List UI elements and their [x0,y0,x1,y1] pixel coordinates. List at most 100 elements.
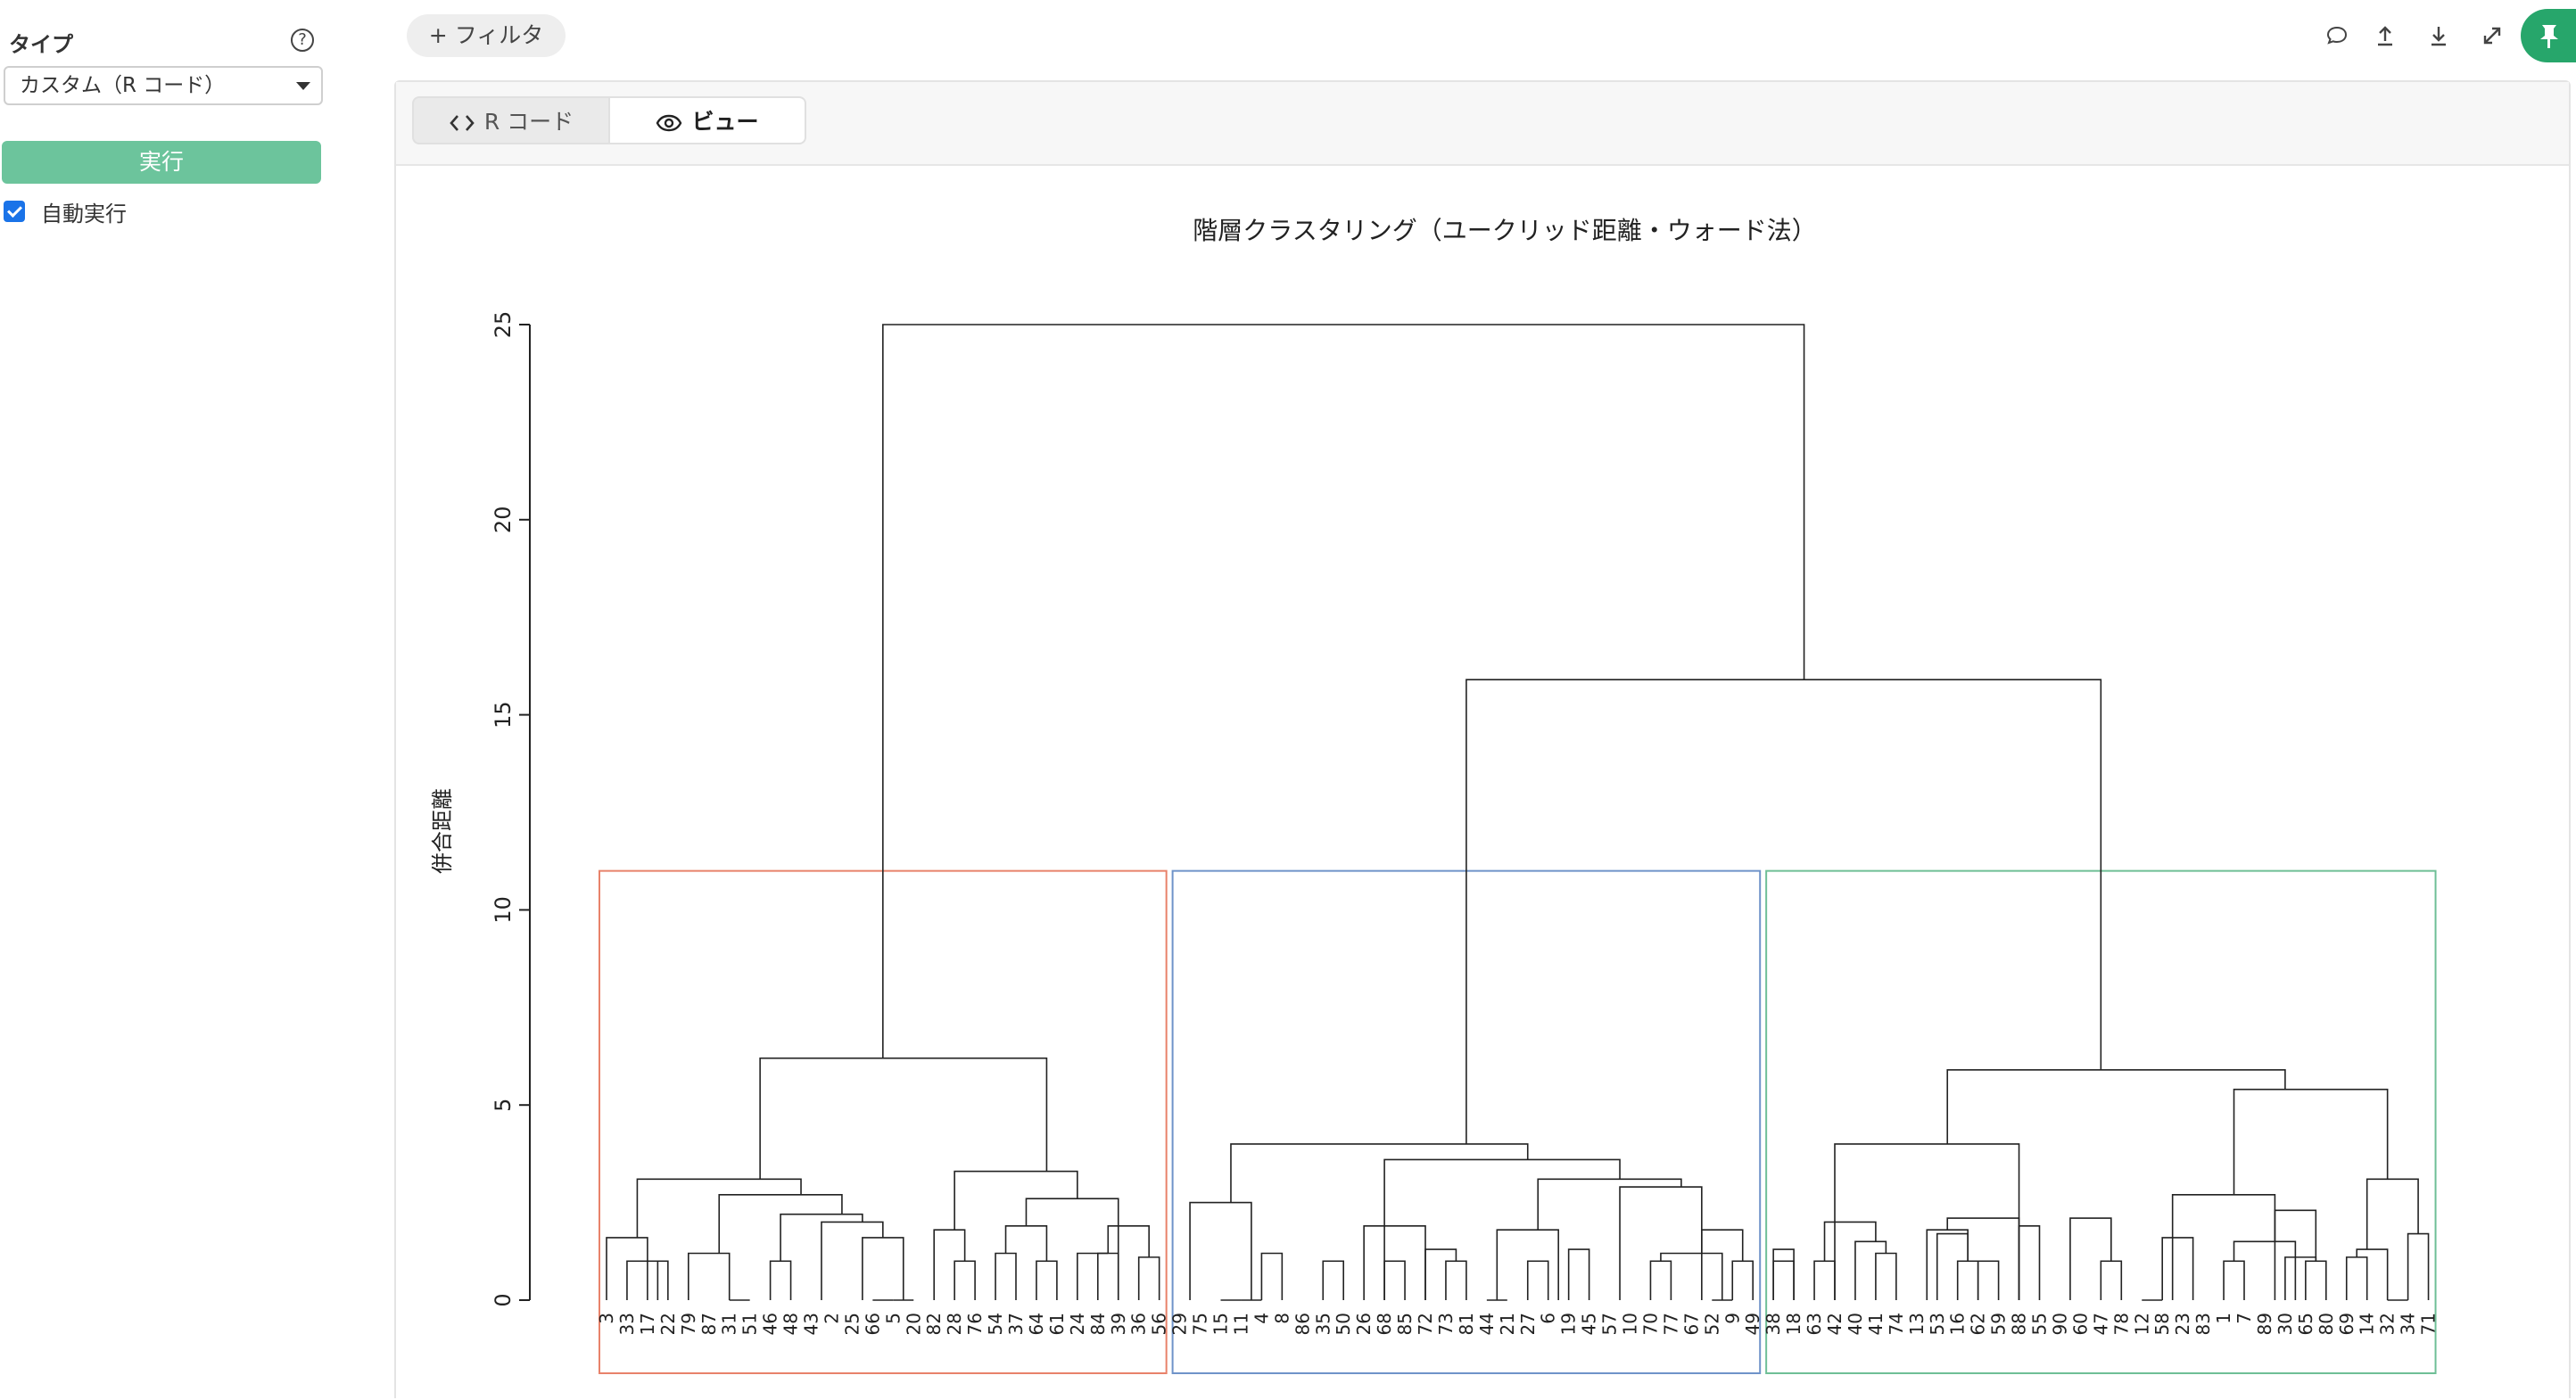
pin-icon [2540,25,2558,48]
leaf-label: 3 [596,1313,617,1324]
dendrogram-branch [1977,1260,2000,1300]
dendrogram-branch [954,1260,976,1300]
leaf-label: 74 [1886,1313,1907,1335]
leaf-label: 53 [1927,1313,1948,1335]
leaf-label: 76 [964,1313,986,1335]
dendrogram-branch [1956,1260,1979,1300]
leaf-label: 14 [2357,1313,2378,1335]
y-tick-label: 15 [491,701,516,729]
dendrogram-branch [1731,1260,1754,1300]
dendrogram-branch [1322,1260,1344,1300]
leaf-label: 62 [1968,1313,1989,1335]
dendrogram-branch [1660,1252,1723,1300]
leaf-label: 89 [2254,1313,2275,1335]
leaf-label: 11 [1230,1313,1251,1335]
chevron-down-icon [296,82,310,90]
dendrogram-branch [1936,1232,1969,1300]
dendrogram-branch [2018,1225,2041,1300]
dendrogram-branch [1445,1260,1467,1300]
leaf-label: 20 [903,1313,924,1335]
dendrogram-branch [821,1221,884,1300]
leaf-label: 68 [1374,1313,1395,1335]
leaf-label: 57 [1599,1313,1621,1335]
dendrogram-branch [954,1170,1078,1231]
pin-button[interactable] [2521,9,2576,62]
dendrogram-branch [1189,1201,1252,1300]
leaf-label: 78 [2110,1313,2132,1335]
leaf-label: 52 [1701,1313,1722,1335]
leaf-label: 75 [1190,1313,1211,1335]
expand-icon[interactable] [2476,18,2508,54]
leaf-label: 36 [1128,1313,1150,1335]
dendrogram-branch [1424,1248,1457,1300]
leaf-label: 82 [923,1313,945,1335]
leaf-label: 79 [678,1313,699,1335]
leaf-label: 60 [2069,1313,2091,1335]
leaf-label: 44 [1476,1313,1498,1335]
dendrogram-branch [1772,1260,1795,1300]
dendrogram-branch [759,1057,1048,1180]
dendrogram-branch [1567,1248,1590,1300]
leaf-label: 66 [862,1313,883,1335]
dendrogram-branch [1107,1225,1150,1257]
leaf-label: 47 [2090,1313,2111,1335]
dendrogram-branch [2069,1217,2112,1300]
y-tick-label: 20 [491,506,516,534]
leaf-label: 28 [944,1313,965,1335]
dendrogram-branch [1036,1260,1058,1300]
leaf-label: 85 [1394,1313,1416,1335]
settings-sidebar: タイプ ? カスタム（R コード） 実行 自動実行 [0,0,339,1398]
leaf-label: 56 [1149,1313,1170,1335]
dendrogram-branch [2365,1178,2419,1250]
dendrogram-branch [1004,1225,1048,1262]
leaf-label: 70 [1639,1313,1661,1335]
type-select-value: カスタム（R コード） [20,74,226,97]
upload-icon[interactable] [2369,18,2401,54]
auto-run-row[interactable]: 自動実行 [4,198,127,226]
dendrogram-branch [1260,1252,1284,1300]
leaf-label: 50 [1333,1313,1354,1335]
y-axis-label: 併合距離 [430,788,455,874]
auto-run-checkbox[interactable] [4,201,25,222]
leaf-label: 55 [2029,1313,2051,1335]
dendrogram-branch [1854,1240,1887,1300]
leaf-label: 7 [2233,1313,2255,1324]
leaf-label: 84 [1087,1313,1109,1335]
leaf-label: 27 [1517,1313,1539,1335]
dendrogram-branch [2284,1256,2317,1300]
dendrogram-branch [1097,1252,1119,1300]
leaf-label: 81 [1456,1313,1477,1335]
add-filter-button[interactable]: + フィルタ [407,14,566,57]
leaf-label: 49 [1742,1313,1763,1335]
leaf-label: 45 [1579,1313,1600,1335]
leaf-label: 73 [1435,1313,1457,1335]
dendrogram-branch [2223,1260,2245,1300]
dendrogram-branch [769,1260,792,1300]
dendrogram-branch [1077,1252,1109,1300]
leaf-label: 72 [1415,1313,1436,1335]
leaf-label: 25 [841,1313,863,1335]
leaf-label: 16 [1947,1313,1969,1335]
dendrogram-branch [2233,1240,2297,1300]
dendrogram-branch [882,324,1805,1058]
comment-icon[interactable] [2321,18,2353,54]
leaf-label: 1 [2213,1313,2234,1324]
leaf-label: 18 [1783,1313,1804,1335]
leaf-label: 33 [616,1313,638,1335]
type-select[interactable]: カスタム（R コード） [4,66,323,105]
dendrogram-branch [1649,1260,1672,1300]
dendrogram-chart: 階層クラスタリング（ユークリッド距離・ウォード法） 併合距離 051015202… [430,216,2440,1374]
dendrogram-branch [2345,1256,2368,1300]
run-button[interactable]: 実行 [2,141,321,184]
dendrogram-branch [2233,1088,2389,1195]
dendrogram-branch [1813,1260,1836,1300]
download-icon[interactable] [2423,18,2455,54]
leaf-label: 87 [698,1313,720,1335]
help-icon[interactable]: ? [291,29,314,52]
leaf-label: 9 [1721,1313,1743,1324]
dendrogram-branch [2100,1260,2123,1300]
leaf-label: 19 [1558,1313,1580,1335]
y-tick-label: 5 [491,1099,516,1112]
dendrogram-branch [1466,679,2102,1144]
leaf-label: 46 [760,1313,781,1335]
